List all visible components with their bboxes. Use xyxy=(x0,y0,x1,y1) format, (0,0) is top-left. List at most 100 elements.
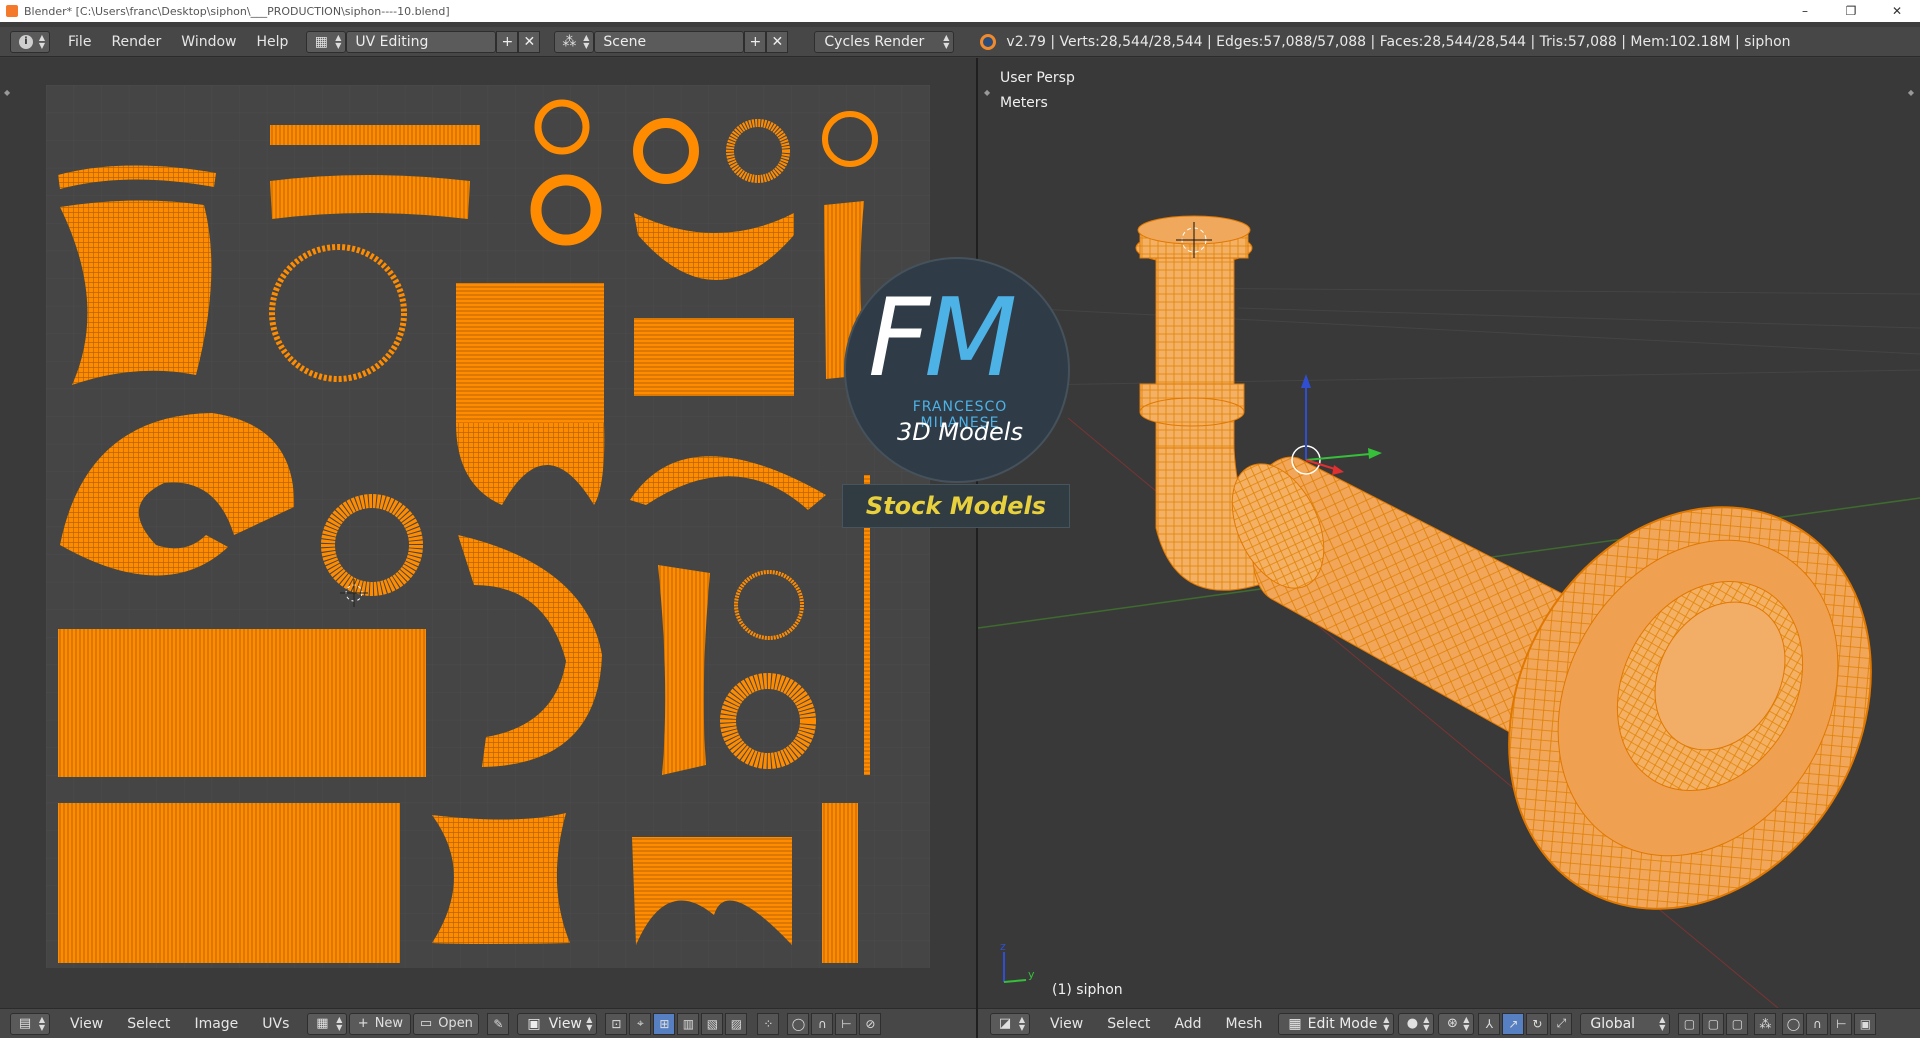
uv-island xyxy=(58,803,400,963)
vp-menu-add[interactable]: Add xyxy=(1162,1016,1213,1032)
menu-render[interactable]: Render xyxy=(101,34,171,50)
uv-island xyxy=(270,125,480,145)
uv-menu-view[interactable]: View xyxy=(58,1016,115,1032)
render-engine-label: Cycles Render xyxy=(824,33,925,50)
snap-element-icon[interactable]: ⊢ xyxy=(1830,1012,1853,1035)
add-scene-button[interactable]: + xyxy=(744,30,767,53)
render-preview-icon[interactable]: ▣ xyxy=(1854,1012,1877,1035)
viewport-editor-type-selector[interactable]: ◪ ▲ ▼ xyxy=(990,1012,1030,1035)
delete-scene-button[interactable]: ✕ xyxy=(766,30,789,53)
layer-2-icon[interactable]: ▢ xyxy=(1702,1012,1725,1035)
transform-orientation-label: Global xyxy=(1590,1015,1636,1032)
uv-editor-type-selector[interactable]: ▤ ▲ ▼ xyxy=(10,1012,50,1035)
layer-3-icon[interactable]: ▢ xyxy=(1726,1012,1749,1035)
pivot-icon[interactable]: ⊡ xyxy=(605,1012,628,1035)
scale-manipulator-icon[interactable]: ⤢ xyxy=(1550,1012,1573,1035)
watermark-tag: Stock Models xyxy=(842,484,1070,528)
uv-island xyxy=(456,283,604,423)
plus-icon: + xyxy=(357,1016,369,1031)
snap-target-icon[interactable]: ⊢ xyxy=(835,1012,858,1035)
layer-1-icon[interactable]: ▢ xyxy=(1678,1012,1701,1035)
open-image-button[interactable]: ▭ Open xyxy=(413,1012,480,1035)
layout-grid-icon: ▦ xyxy=(314,33,329,50)
proportional-edit-icon[interactable]: ◯ xyxy=(787,1012,810,1035)
scene-browse-button[interactable]: ⁂ ▲ ▼ xyxy=(554,30,595,53)
active-object-label: (1) siphon xyxy=(1052,982,1123,998)
3d-viewport[interactable]: ◆ ◆ User Persp Meters z y (1) siphon xyxy=(978,58,1920,1008)
uv-editor-header: ▤ ▲ ▼ View Select Image UVs ▦ ▲ ▼ + New ▭ Open… xyxy=(0,1008,976,1038)
pivot-icon: ⊛ xyxy=(1446,1016,1458,1031)
add-screen-button[interactable]: + xyxy=(496,30,519,53)
image-icon: ▦ xyxy=(316,1016,329,1031)
transform-manipulator[interactable] xyxy=(1291,374,1382,475)
edit-mode-icon: ▦ xyxy=(1288,1015,1302,1032)
viewport-scene[interactable]: z y xyxy=(978,58,1920,1008)
sync-selection-icon[interactable]: ⌖ xyxy=(629,1012,652,1035)
scene-icon: ⁂ xyxy=(562,33,577,50)
minimize-button[interactable]: – xyxy=(1782,0,1828,22)
edge-select-icon[interactable]: ▥ xyxy=(677,1012,700,1035)
window-title-bar: Blender* [C:\Users\franc\Desktop\siphon\… xyxy=(0,0,1920,22)
restore-button[interactable]: ❐ xyxy=(1828,0,1874,22)
blender-app-icon xyxy=(6,5,18,17)
transform-orientation-dropdown[interactable]: Global ▲ ▼ xyxy=(1580,1012,1671,1035)
vp-menu-select[interactable]: Select xyxy=(1095,1016,1162,1032)
uv-image-editor[interactable]: ◆ xyxy=(0,58,976,1008)
menu-window[interactable]: Window xyxy=(171,34,246,50)
sticky-mode-icon[interactable]: ⁘ xyxy=(757,1012,780,1035)
uv-canvas[interactable] xyxy=(46,85,930,968)
window-title: Blender* [C:\Users\franc\Desktop\siphon\… xyxy=(24,4,450,18)
uv-island xyxy=(658,565,710,775)
scene-field[interactable]: Scene xyxy=(594,30,745,53)
pin-icon[interactable]: ✎ xyxy=(487,1012,510,1035)
uv-island xyxy=(634,318,794,396)
axis-z-label: z xyxy=(1000,940,1006,953)
vp-menu-mesh[interactable]: Mesh xyxy=(1214,1016,1275,1032)
open-image-label: Open xyxy=(438,1016,473,1031)
vp-menu-view[interactable]: View xyxy=(1038,1016,1095,1032)
rotate-manipulator-icon[interactable]: ↻ xyxy=(1526,1012,1549,1035)
viewport-header: ◪ ▲ ▼ View Select Add Mesh ▦ Edit Mode ▲ ▼ ● ▲… xyxy=(978,1008,1920,1038)
cube-icon: ◪ xyxy=(998,1016,1012,1031)
watermark-letter-m: M xyxy=(924,276,1017,401)
screen-layout-browse-button[interactable]: ▦ ▲ ▼ xyxy=(306,30,347,53)
snap-icon[interactable]: ∩ xyxy=(1806,1012,1829,1035)
uv-menu-select[interactable]: Select xyxy=(115,1016,182,1032)
uv-island xyxy=(270,175,470,219)
uv-menu-image[interactable]: Image xyxy=(182,1016,250,1032)
region-toggle-icon[interactable]: ◆ xyxy=(4,88,10,97)
close-icon: ✕ xyxy=(771,33,784,50)
overlay-icon[interactable]: ⊘ xyxy=(859,1012,882,1035)
editor-type-selector[interactable]: i ▲ ▼ xyxy=(10,30,50,53)
snap-icon[interactable]: ∩ xyxy=(811,1012,834,1035)
uv-island xyxy=(58,629,426,777)
limit-selection-icon[interactable]: ⁂ xyxy=(1754,1012,1777,1035)
pivot-point-dropdown[interactable]: ⊛ ▲ ▼ xyxy=(1438,1012,1475,1035)
new-image-button[interactable]: + New xyxy=(349,1012,412,1035)
menu-file[interactable]: File xyxy=(58,34,101,50)
render-engine-dropdown[interactable]: Cycles Render ▲ ▼ xyxy=(814,30,955,53)
view-mode-icon: ▣ xyxy=(527,1015,541,1032)
interaction-mode-dropdown[interactable]: ▦ Edit Mode ▲ ▼ xyxy=(1278,1012,1395,1035)
shading-dropdown[interactable]: ● ▲ ▼ xyxy=(1398,1012,1435,1035)
uv-mode-dropdown[interactable]: ▣ View ▲ ▼ xyxy=(517,1012,598,1035)
screen-layout-field[interactable]: UV Editing xyxy=(346,30,497,53)
image-browse-button[interactable]: ▦ ▲ ▼ xyxy=(307,1012,348,1035)
island-select-icon[interactable]: ▨ xyxy=(725,1012,748,1035)
translate-manipulator-icon[interactable]: ↗ xyxy=(1502,1012,1525,1035)
image-editor-icon: ▤ xyxy=(18,1016,32,1031)
delete-screen-button[interactable]: ✕ xyxy=(518,30,541,53)
blender-logo-icon xyxy=(980,33,997,50)
close-window-button[interactable]: ✕ xyxy=(1874,0,1920,22)
manipulator-toggle-icon[interactable]: ⅄ xyxy=(1478,1012,1501,1035)
uv-island xyxy=(822,803,858,963)
face-select-icon[interactable]: ▧ xyxy=(701,1012,724,1035)
info-header: i ▲ ▼ File Render Window Help ▦ ▲ ▼ UV Edit… xyxy=(0,27,1920,57)
menu-help[interactable]: Help xyxy=(246,34,298,50)
folder-icon: ▭ xyxy=(419,1016,433,1031)
proportional-edit-icon[interactable]: ◯ xyxy=(1782,1012,1805,1035)
window-controls: – ❐ ✕ xyxy=(1782,0,1920,22)
vertex-select-icon[interactable]: ⊞ xyxy=(653,1012,676,1035)
uv-menu-uvs[interactable]: UVs xyxy=(250,1016,301,1032)
siphon-mesh[interactable] xyxy=(1135,215,1920,975)
